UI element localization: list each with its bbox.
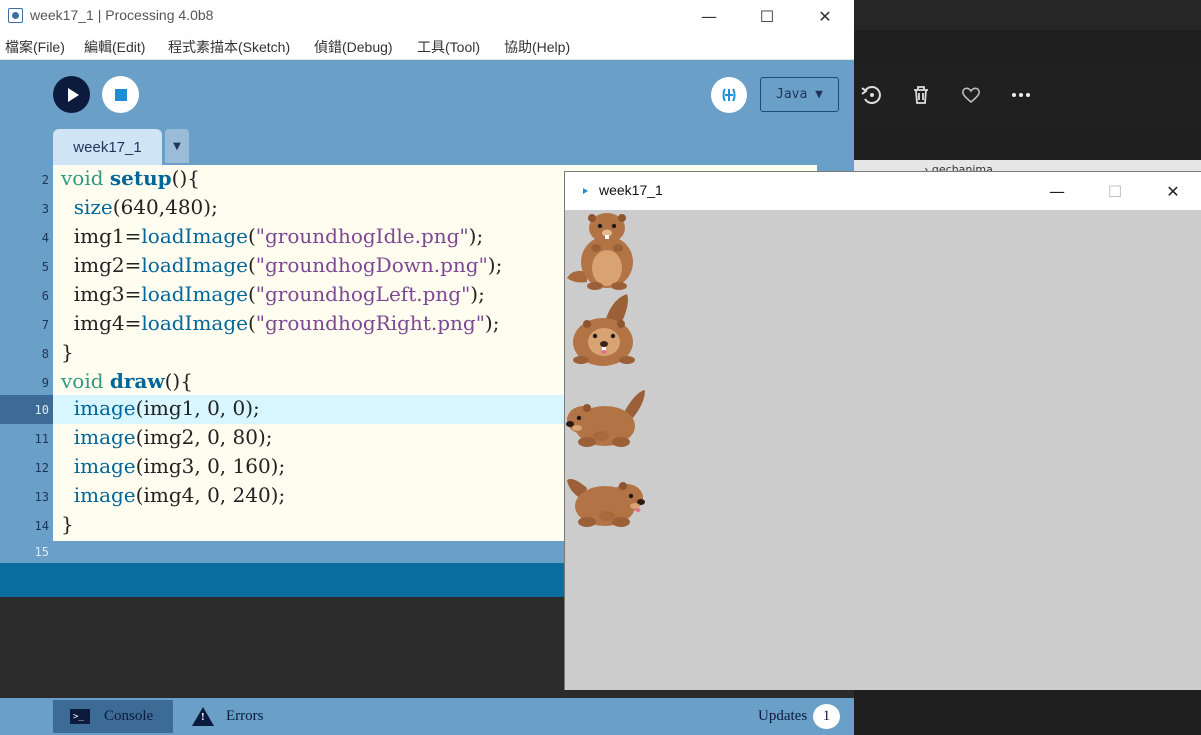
line-number: 6: [41, 289, 49, 303]
menu-tool[interactable]: 工具(Tool): [417, 37, 480, 57]
menu-debug[interactable]: 偵錯(Debug): [314, 37, 393, 57]
menu-edit[interactable]: 編輯(Edit): [84, 37, 145, 57]
stop-button[interactable]: [102, 76, 139, 113]
line-text: void draw(){: [61, 369, 193, 393]
maximize-button[interactable]: ☐: [738, 0, 796, 32]
line-number: 12: [34, 461, 49, 475]
tab-week17-1[interactable]: week17_1: [53, 129, 162, 165]
errors-tab-label: Errors: [226, 708, 264, 724]
line-text: image(img2, 0, 80);: [73, 425, 273, 449]
menu-sketch[interactable]: 程式素描本(Sketch): [168, 37, 290, 57]
line-number: 7: [41, 318, 49, 332]
line-text: void setup(){: [61, 166, 200, 190]
groundhog-down-image: [573, 294, 635, 366]
sketch-title-bar: week17_1 — ☐ ✕: [565, 172, 1201, 210]
ide-title-bar: week17_1 | Processing 4.0b8 — ☐ ✕: [0, 0, 854, 32]
groundhog-idle-image: [567, 213, 633, 290]
updates-count-badge[interactable]: 1: [813, 704, 840, 729]
groundhog-right-image: [567, 479, 645, 527]
more-icon[interactable]: [1008, 82, 1034, 108]
tab-menu-button[interactable]: ▼: [165, 129, 189, 163]
mode-selector[interactable]: Java ▼: [760, 77, 839, 112]
line-number: 11: [34, 432, 49, 446]
bottom-bar: >_ Console Errors Updates 1: [0, 698, 854, 735]
sketch-window-title: week17_1: [599, 182, 663, 198]
sketch-canvas[interactable]: [565, 210, 1201, 690]
line-number: 13: [34, 490, 49, 504]
sketch-maximize-button[interactable]: ☐: [1086, 172, 1144, 210]
close-button[interactable]: ✕: [796, 0, 854, 32]
line-number: 2: [41, 173, 49, 187]
line-text: }: [61, 340, 74, 364]
line-text: img1=loadImage("groundhogIdle.png");: [61, 224, 484, 248]
updates-label[interactable]: Updates: [758, 708, 807, 725]
console-tab[interactable]: >_ Console: [53, 700, 173, 733]
ide-window-title: week17_1 | Processing 4.0b8: [30, 7, 214, 23]
line-number: 15: [34, 545, 49, 559]
line-number: 8: [41, 347, 49, 361]
line-text: img3=loadImage("groundhogLeft.png");: [61, 282, 485, 306]
line-text: img4=loadImage("groundhogRight.png");: [61, 311, 500, 335]
console-tab-label: Console: [104, 708, 154, 724]
line-text: }: [61, 512, 74, 536]
line-text: image(img3, 0, 160);: [73, 454, 286, 478]
ide-toolbar: Java ▼: [0, 61, 854, 129]
trash-icon[interactable]: [908, 82, 934, 108]
heart-icon[interactable]: [958, 82, 984, 108]
line-number: 4: [41, 231, 49, 245]
run-button[interactable]: [53, 76, 90, 113]
menu-file[interactable]: 檔案(File): [5, 37, 65, 57]
processing-play-icon: [579, 185, 591, 197]
line-text: size(640,480);: [73, 195, 218, 219]
sketch-tabs: week17_1 ▼: [0, 129, 854, 165]
line-number: 5: [41, 260, 49, 274]
console-icon: >_: [70, 709, 90, 724]
groundhog-left-image: [566, 390, 645, 447]
menu-bar: 檔案(File) 編輯(Edit) 程式素描本(Sketch) 偵錯(Debug…: [0, 32, 854, 60]
line-text: img2=loadImage("groundhogDown.png");: [61, 253, 503, 277]
line-number: 14: [34, 519, 49, 533]
sketch-minimize-button[interactable]: —: [1028, 172, 1086, 210]
line-number: 3: [41, 202, 49, 216]
warning-icon: [192, 707, 214, 726]
sketch-window: week17_1 — ☐ ✕: [564, 171, 1201, 690]
minimize-button[interactable]: —: [680, 0, 738, 32]
rotate-icon[interactable]: [858, 82, 884, 108]
line-number: 10: [34, 403, 49, 417]
background-app-topbar: [854, 0, 1201, 30]
menu-help[interactable]: 協助(Help): [504, 37, 570, 57]
errors-tab[interactable]: Errors: [192, 700, 312, 733]
sketch-close-button[interactable]: ✕: [1144, 172, 1201, 210]
line-number: 9: [41, 376, 49, 390]
line-text: image(img4, 0, 240);: [73, 483, 286, 507]
processing-app-icon: [8, 8, 23, 23]
line-text: image(img1, 0, 0);: [73, 396, 260, 420]
debug-icon[interactable]: [711, 77, 747, 113]
